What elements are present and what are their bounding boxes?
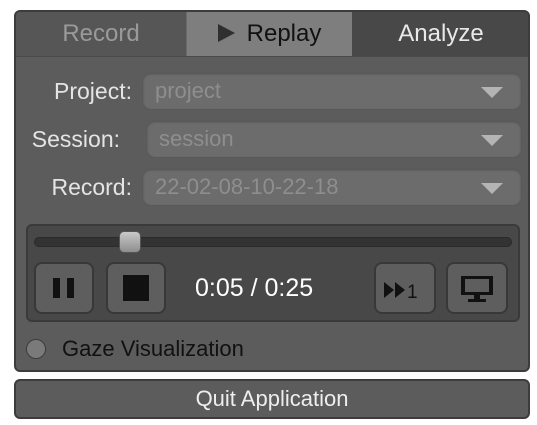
session-dropdown[interactable]: session <box>146 120 522 158</box>
record-label: Record: <box>51 174 132 200</box>
step-count-label: 1 <box>407 282 418 303</box>
tab-record[interactable]: Record <box>16 12 186 56</box>
gaze-visualization-checkbox[interactable] <box>26 339 46 359</box>
project-label: Project: <box>54 78 132 104</box>
tab-analyze[interactable]: Analyze <box>352 12 528 56</box>
stop-icon <box>123 275 149 301</box>
session-label: Session: <box>31 126 120 152</box>
player-controls: 0:05 / 0:25 1 <box>26 224 520 322</box>
monitor-icon <box>461 276 493 302</box>
step-forward-button[interactable]: 1 <box>374 262 436 314</box>
time-display: 0:05 / 0:25 <box>195 274 314 302</box>
play-triangle-icon <box>217 24 235 42</box>
stop-button[interactable] <box>106 262 166 314</box>
record-value: 22-02-08-10-22-18 <box>155 174 339 199</box>
pause-button[interactable] <box>34 262 94 314</box>
replay-panel: Record Replay Analyze Project: project S… <box>14 10 530 372</box>
tab-bar: Record Replay Analyze <box>16 12 528 57</box>
chevron-down-icon <box>481 87 503 98</box>
chevron-down-icon <box>481 183 503 194</box>
seek-thumb[interactable] <box>118 231 141 253</box>
display-button[interactable] <box>446 262 508 314</box>
session-value: session <box>159 126 234 151</box>
fast-forward-icon: 1 <box>384 282 418 303</box>
tab-analyze-label: Analyze <box>398 20 484 47</box>
quit-application-button[interactable]: Quit Application <box>14 379 530 419</box>
chevron-down-icon <box>481 135 503 146</box>
record-dropdown[interactable]: 22-02-08-10-22-18 <box>142 168 522 206</box>
project-value: project <box>155 78 222 103</box>
tab-replay-label: Replay <box>246 20 322 47</box>
seek-track[interactable] <box>34 237 512 247</box>
gaze-visualization-label: Gaze Visualization <box>62 336 244 361</box>
tab-replay[interactable]: Replay <box>186 12 353 56</box>
tab-record-label: Record <box>62 20 140 47</box>
project-dropdown[interactable]: project <box>142 72 522 110</box>
